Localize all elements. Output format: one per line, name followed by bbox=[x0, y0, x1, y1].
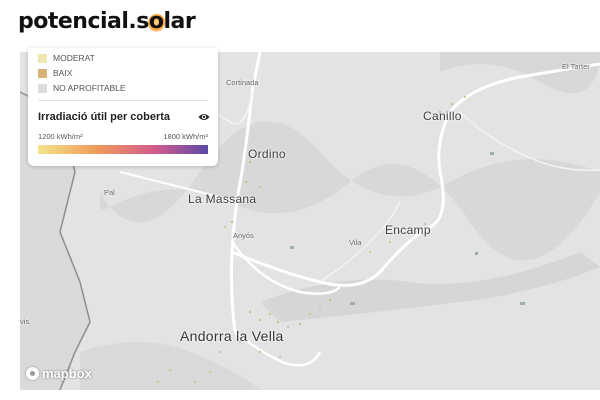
sun-icon: o bbox=[147, 9, 166, 34]
layer-title: Irradiació útil per coberta bbox=[38, 111, 171, 123]
place-label-canillo: Canillo bbox=[423, 109, 462, 123]
legend-swatch bbox=[38, 68, 47, 78]
legend-label: BAIX bbox=[53, 68, 73, 78]
place-label-andorra-la-vella: Andorra la Vella bbox=[180, 328, 284, 344]
legend-panel: MODERAT BAIX NO APROFITABLE Irradiació ú… bbox=[28, 48, 218, 166]
top-bar: potencial.solar bbox=[0, 0, 600, 52]
legend-divider bbox=[38, 100, 208, 101]
legend-item-no-aprofitable: NO APROFITABLE bbox=[38, 83, 126, 93]
place-label-cortinada: Cortinada bbox=[226, 78, 259, 87]
place-label-ordino: Ordino bbox=[248, 147, 286, 161]
range-max-label: 1800 kWh/m² bbox=[163, 132, 208, 141]
place-label-la-massana: La Massana bbox=[188, 192, 257, 206]
logo-prefix: potencial.s bbox=[18, 9, 149, 34]
legend-swatch bbox=[38, 83, 47, 93]
place-label-anyos: Anyós bbox=[233, 231, 254, 240]
eye-icon[interactable] bbox=[198, 112, 210, 122]
mapbox-icon bbox=[26, 367, 39, 380]
mapbox-text: mapbox bbox=[42, 366, 92, 381]
place-label-avis: vis bbox=[20, 317, 30, 326]
place-label-vila: Vila bbox=[349, 238, 362, 247]
legend-label: NO APROFITABLE bbox=[53, 83, 126, 93]
brand-logo[interactable]: potencial.solar bbox=[18, 9, 196, 34]
logo-o: o bbox=[148, 9, 164, 34]
legend-item-moderat: MODERAT bbox=[38, 53, 95, 63]
place-label-el-tarter: El Tarter bbox=[562, 62, 590, 71]
legend-swatch bbox=[38, 53, 47, 63]
place-label-pal: Pal bbox=[104, 188, 115, 197]
mapbox-attribution[interactable]: mapbox bbox=[26, 366, 92, 381]
logo-suffix: lar bbox=[163, 9, 196, 34]
legend-item-baix: BAIX bbox=[38, 68, 72, 78]
range-min-label: 1200 kWh/m² bbox=[38, 132, 83, 141]
irradiation-gradient-bar bbox=[38, 145, 208, 154]
legend-label: MODERAT bbox=[53, 53, 95, 63]
place-label-encamp: Encamp bbox=[385, 223, 431, 237]
